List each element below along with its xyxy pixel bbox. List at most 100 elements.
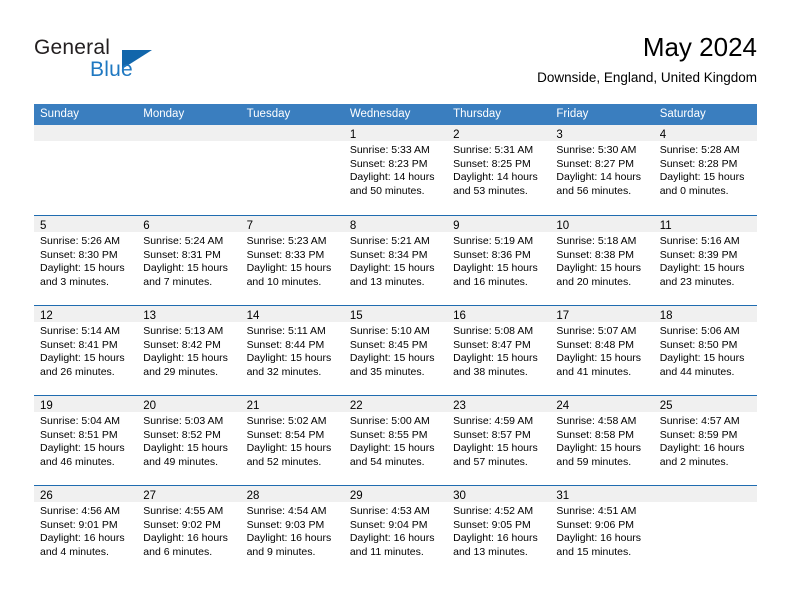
daylight-text-line1: Daylight: 15 hours: [659, 352, 745, 365]
day-cell[interactable]: 31 Sunrise: 4:51 AM Sunset: 9:06 PM Dayligh…: [550, 486, 654, 575]
sunrise-text: Sunrise: 4:55 AM: [143, 505, 224, 517]
day-number-strip: 11: [653, 216, 757, 232]
sunset-text: Sunset: 9:01 PM: [40, 518, 118, 531]
daylight-text-line1: Daylight: 14 hours: [349, 171, 435, 184]
day-cell[interactable]: 3 Sunrise: 5:30 AM Sunset: 8:27 PM Daylight…: [550, 125, 654, 215]
day-cell[interactable]: 21 Sunrise: 5:02 AM Sunset: 8:54 PM Dayligh…: [240, 396, 344, 485]
title-block: May 2024 Downside, England, United Kingd…: [537, 32, 757, 86]
sunset-text: Sunset: 8:52 PM: [143, 428, 221, 441]
day-cell[interactable]: 25 Sunrise: 4:57 AM Sunset: 8:59 PM Dayligh…: [653, 396, 757, 485]
day-number-strip: 13: [137, 306, 241, 322]
sunset-text: Sunset: 8:54 PM: [246, 428, 325, 441]
daylight-text-line2: and 13 minutes.: [453, 545, 528, 558]
day-info: Sunrise: 5:18 AM Sunset: 8:38 PM Daylight:…: [550, 232, 653, 289]
day-number: 12: [40, 310, 53, 322]
daylight-text-line2: and 9 minutes.: [246, 545, 316, 558]
day-cell[interactable]: 14 Sunrise: 5:11 AM Sunset: 8:44 PM Dayligh…: [240, 306, 344, 395]
day-cell[interactable]: 16 Sunrise: 5:08 AM Sunset: 8:47 PM Dayligh…: [447, 306, 551, 395]
day-info: Sunrise: 5:10 AM Sunset: 8:45 PM Daylight:…: [344, 322, 447, 379]
day-cell[interactable]: 26 Sunrise: 4:56 AM Sunset: 9:01 PM Dayligh…: [34, 486, 138, 575]
sunrise-text: Sunrise: 5:10 AM: [349, 325, 430, 337]
day-cell[interactable]: 18 Sunrise: 5:06 AM Sunset: 8:50 PM Dayligh…: [653, 306, 757, 395]
day-number: 15: [349, 310, 363, 322]
day-cell-empty: [34, 125, 138, 215]
daylight-text-line1: Daylight: 15 hours: [246, 352, 332, 365]
day-cell[interactable]: 6 Sunrise: 5:24 AM Sunset: 8:31 PM Daylight…: [137, 216, 241, 305]
day-number-strip: [240, 125, 344, 141]
day-cell[interactable]: 4 Sunrise: 5:28 AM Sunset: 8:28 PM Daylight…: [653, 125, 757, 215]
sunrise-text: Sunrise: 5:21 AM: [349, 235, 430, 247]
day-cell[interactable]: 13 Sunrise: 5:13 AM Sunset: 8:42 PM Dayligh…: [137, 306, 241, 395]
day-cell[interactable]: 19 Sunrise: 5:04 AM Sunset: 8:51 PM Dayligh…: [34, 396, 138, 485]
sunrise-text: Sunrise: 5:33 AM: [349, 144, 430, 156]
location-subtitle: Downside, England, United Kingdom: [537, 70, 757, 85]
calendar-weeks: 1 Sunrise: 5:33 AM Sunset: 8:23 PM Daylight…: [34, 125, 757, 575]
sunset-text: Sunset: 8:55 PM: [349, 428, 428, 441]
sunset-text: Sunset: 8:50 PM: [659, 338, 738, 351]
sunrise-text: Sunrise: 4:57 AM: [659, 415, 740, 427]
daylight-text-line2: and 57 minutes.: [453, 455, 528, 468]
day-number: 6: [143, 220, 150, 232]
sunset-text: Sunset: 8:28 PM: [659, 157, 738, 170]
calendar-page: General Blue May 2024 Downside, England,…: [0, 0, 792, 612]
daylight-text-line1: Daylight: 14 hours: [556, 171, 642, 184]
daylight-text-line1: Daylight: 16 hours: [453, 532, 538, 545]
day-number: 24: [556, 400, 570, 412]
day-cell[interactable]: 12 Sunrise: 5:14 AM Sunset: 8:41 PM Dayligh…: [34, 306, 138, 395]
daylight-text-line2: and 56 minutes.: [556, 184, 632, 197]
day-info: Sunrise: 5:02 AM Sunset: 8:54 PM Daylight:…: [241, 412, 344, 469]
weekday-header-sunday: Sunday: [40, 108, 80, 120]
sunset-text: Sunset: 8:38 PM: [556, 248, 635, 261]
weekday-header-wednesday: Wednesday: [349, 108, 411, 120]
brand-name-general: General: [34, 36, 111, 59]
daylight-text-line2: and 44 minutes.: [659, 365, 735, 378]
sunrise-text: Sunrise: 5:28 AM: [659, 144, 740, 156]
day-cell[interactable]: 22 Sunrise: 5:00 AM Sunset: 8:55 PM Dayligh…: [343, 396, 448, 485]
sunset-text: Sunset: 8:58 PM: [556, 428, 635, 441]
day-number-strip: [34, 125, 138, 141]
day-info: Sunrise: 4:57 AM Sunset: 8:59 PM Daylight:…: [654, 412, 757, 469]
day-cell[interactable]: 10 Sunrise: 5:18 AM Sunset: 8:38 PM Dayligh…: [550, 216, 654, 305]
day-cell[interactable]: 8 Sunrise: 5:21 AM Sunset: 8:34 PM Daylight…: [343, 216, 448, 305]
day-cell[interactable]: 20 Sunrise: 5:03 AM Sunset: 8:52 PM Dayligh…: [137, 396, 241, 485]
day-cell[interactable]: 9 Sunrise: 5:19 AM Sunset: 8:36 PM Daylight…: [447, 216, 551, 305]
day-cell[interactable]: 7 Sunrise: 5:23 AM Sunset: 8:33 PM Daylight…: [240, 216, 344, 305]
daylight-text-line2: and 4 minutes.: [40, 545, 109, 558]
daylight-text-line2: and 3 minutes.: [40, 275, 109, 288]
day-info: Sunrise: 5:16 AM Sunset: 8:39 PM Daylight:…: [654, 232, 757, 289]
sunset-text: Sunset: 8:57 PM: [453, 428, 531, 441]
day-cell[interactable]: 15 Sunrise: 5:10 AM Sunset: 8:45 PM Dayligh…: [343, 306, 448, 395]
day-cell[interactable]: 29 Sunrise: 4:53 AM Sunset: 9:04 PM Dayligh…: [343, 486, 448, 575]
day-cell[interactable]: 23 Sunrise: 4:59 AM Sunset: 8:57 PM Dayligh…: [447, 396, 551, 485]
day-cell[interactable]: 24 Sunrise: 4:58 AM Sunset: 8:58 PM Dayligh…: [550, 396, 654, 485]
sunset-text: Sunset: 9:05 PM: [453, 518, 531, 531]
day-info: Sunrise: 4:52 AM Sunset: 9:05 PM Daylight:…: [447, 502, 550, 559]
day-info: Sunrise: 4:58 AM Sunset: 8:58 PM Daylight:…: [550, 412, 653, 469]
sunset-text: Sunset: 8:44 PM: [246, 338, 325, 351]
day-cell[interactable]: 27 Sunrise: 4:55 AM Sunset: 9:02 PM Dayligh…: [137, 486, 241, 575]
day-cell[interactable]: 30 Sunrise: 4:52 AM Sunset: 9:05 PM Dayligh…: [447, 486, 551, 575]
daylight-text-line1: Daylight: 15 hours: [143, 442, 228, 455]
day-cell[interactable]: 2 Sunrise: 5:31 AM Sunset: 8:25 PM Daylight…: [447, 125, 551, 215]
day-cell[interactable]: 5 Sunrise: 5:26 AM Sunset: 8:30 PM Daylight…: [34, 216, 138, 305]
page-header: General Blue May 2024 Downside, England,…: [34, 32, 757, 94]
day-cell[interactable]: 1 Sunrise: 5:33 AM Sunset: 8:23 PM Daylight…: [343, 125, 448, 215]
day-cell[interactable]: 28 Sunrise: 4:54 AM Sunset: 9:03 PM Dayligh…: [240, 486, 344, 575]
daylight-text-line1: Daylight: 15 hours: [453, 262, 538, 275]
daylight-text-line1: Daylight: 15 hours: [453, 442, 538, 455]
day-number-strip: 7: [240, 216, 344, 232]
sunrise-text: Sunrise: 5:11 AM: [246, 325, 326, 337]
brand-logo[interactable]: General Blue: [34, 36, 234, 92]
daylight-text-line2: and 7 minutes.: [143, 275, 213, 288]
sunrise-text: Sunrise: 5:04 AM: [40, 415, 120, 427]
day-cell[interactable]: 17 Sunrise: 5:07 AM Sunset: 8:48 PM Dayligh…: [550, 306, 654, 395]
sunset-text: Sunset: 8:23 PM: [349, 157, 428, 170]
daylight-text-line1: Daylight: 15 hours: [349, 262, 435, 275]
sunrise-text: Sunrise: 5:06 AM: [659, 325, 740, 337]
day-number: 2: [453, 129, 460, 141]
day-cell[interactable]: 11 Sunrise: 5:16 AM Sunset: 8:39 PM Dayligh…: [653, 216, 757, 305]
sunrise-text: Sunrise: 5:13 AM: [143, 325, 224, 337]
daylight-text-line1: Daylight: 16 hours: [556, 532, 642, 545]
day-number: 21: [246, 400, 260, 412]
daylight-text-line2: and 15 minutes.: [556, 545, 632, 558]
